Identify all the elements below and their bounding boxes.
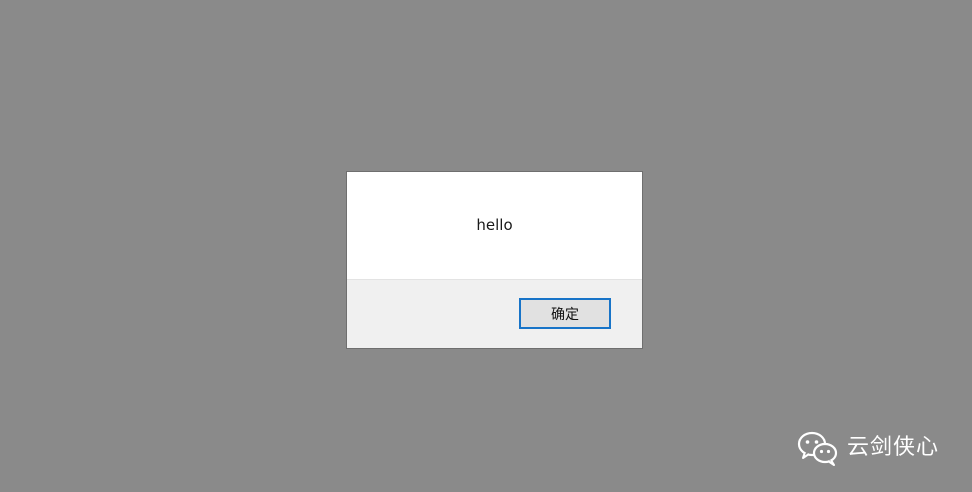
dialog-footer: 确定: [347, 279, 642, 348]
ok-button[interactable]: 确定: [519, 298, 611, 329]
alert-dialog: hello 确定: [346, 171, 643, 349]
watermark-text: 云剑侠心: [847, 435, 940, 460]
wechat-icon: [797, 431, 838, 466]
dialog-body: hello: [347, 172, 642, 279]
watermark: 云剑侠心: [797, 430, 939, 466]
dialog-message: hello: [476, 216, 513, 234]
